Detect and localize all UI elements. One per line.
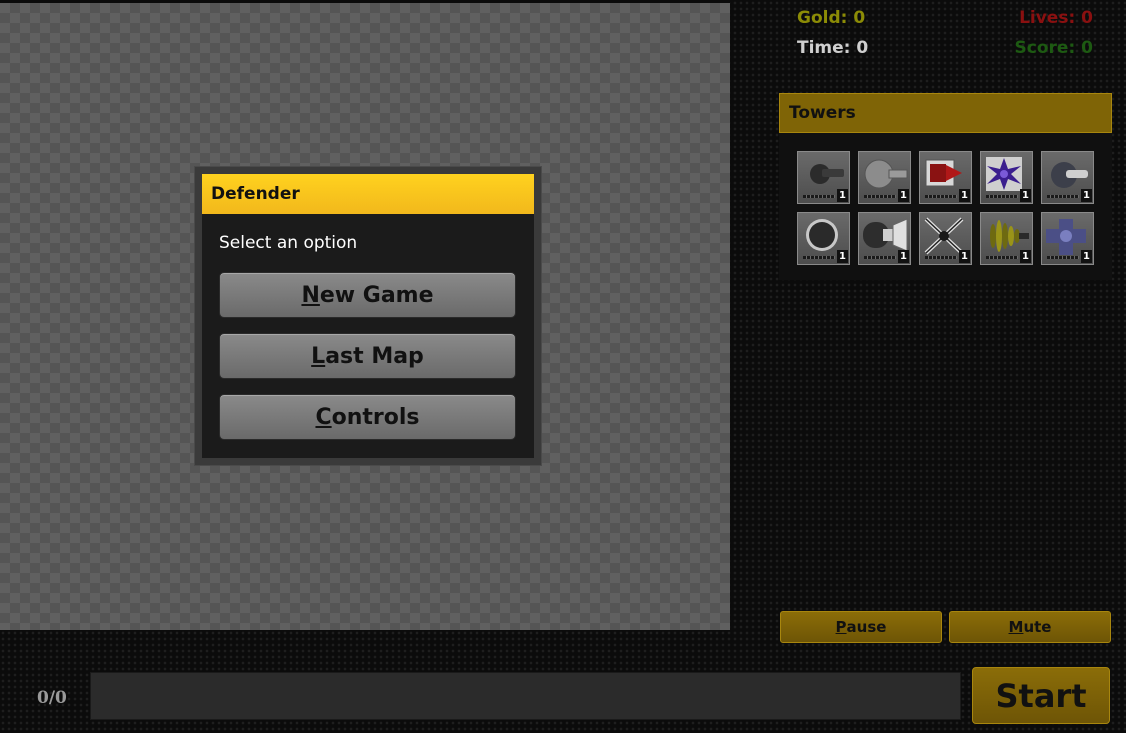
tower-slot-cannon[interactable]: 1 xyxy=(797,151,850,204)
tower-level: 1 xyxy=(1081,189,1092,202)
controls-button[interactable]: Controls xyxy=(219,394,516,440)
tower-level: 1 xyxy=(959,189,970,202)
gold-stat: Gold: 0 xyxy=(797,8,866,28)
tower-upgrade-bar xyxy=(986,256,1018,259)
tower-slot-star[interactable]: 1 xyxy=(980,151,1033,204)
tower-level: 1 xyxy=(1020,250,1031,263)
tower-upgrade-bar xyxy=(1047,195,1079,198)
tower-slot-big-cannon[interactable]: 1 xyxy=(858,151,911,204)
dialog-title: Defender xyxy=(202,174,534,214)
mute-label: ute xyxy=(1023,618,1052,636)
new-game-hotkey: N xyxy=(301,282,320,308)
tower-level: 1 xyxy=(1081,250,1092,263)
tower-level: 1 xyxy=(837,189,848,202)
tower-level: 1 xyxy=(959,250,970,263)
tower-slot-missile[interactable]: 1 xyxy=(919,151,972,204)
tower-level: 1 xyxy=(837,250,848,263)
tower-upgrade-bar xyxy=(803,256,835,259)
start-button[interactable]: Start xyxy=(972,667,1110,724)
dialog-body: Defender Select an option New Game Last … xyxy=(202,174,534,458)
tower-level: 1 xyxy=(1020,189,1031,202)
tower-level: 1 xyxy=(898,189,909,202)
pause-hotkey: P xyxy=(835,618,847,636)
tower-upgrade-bar xyxy=(864,256,896,259)
tower-level: 1 xyxy=(898,250,909,263)
tower-slot-bomb[interactable]: 1 xyxy=(797,212,850,265)
pause-button[interactable]: Pause xyxy=(780,611,942,643)
towers-panel: Towers 1 1 1 1 1 1 1 1 1 1 xyxy=(779,93,1112,280)
tower-slot-pulse[interactable]: 1 xyxy=(1041,151,1094,204)
new-game-button[interactable]: New Game xyxy=(219,272,516,318)
last-map-button[interactable]: Last Map xyxy=(219,333,516,379)
main-menu-dialog: Defender Select an option New Game Last … xyxy=(194,166,542,466)
last-map-label: ast Map xyxy=(325,343,424,369)
new-game-label: ew Game xyxy=(319,282,434,308)
tower-upgrade-bar xyxy=(864,195,896,198)
tower-upgrade-bar xyxy=(986,195,1018,198)
tower-slot-horn[interactable]: 1 xyxy=(858,212,911,265)
tower-upgrade-bar xyxy=(1047,256,1079,259)
mute-button[interactable]: Mute xyxy=(949,611,1111,643)
time-stat: Time: 0 xyxy=(797,38,869,58)
tower-slot-spike[interactable]: 1 xyxy=(919,212,972,265)
score-stat: Score: 0 xyxy=(1014,38,1093,58)
dialog-prompt: Select an option xyxy=(219,233,358,253)
controls-label: ontrols xyxy=(331,404,420,430)
tower-upgrade-bar xyxy=(925,195,957,198)
tower-upgrade-bar xyxy=(925,256,957,259)
controls-hotkey: C xyxy=(315,404,332,430)
last-map-hotkey: L xyxy=(311,343,326,369)
tower-upgrade-bar xyxy=(803,195,835,198)
pause-label: ause xyxy=(846,618,887,636)
towers-header: Towers xyxy=(779,93,1112,133)
tower-slot-cross[interactable]: 1 xyxy=(1041,212,1094,265)
board-top-edge xyxy=(0,0,730,3)
tower-slot-coil[interactable]: 1 xyxy=(980,212,1033,265)
mute-hotkey: M xyxy=(1008,618,1024,636)
lives-stat: Lives: 0 xyxy=(1019,8,1093,28)
wave-progress-bar xyxy=(90,672,961,720)
wave-counter: 0/0 xyxy=(37,688,67,708)
